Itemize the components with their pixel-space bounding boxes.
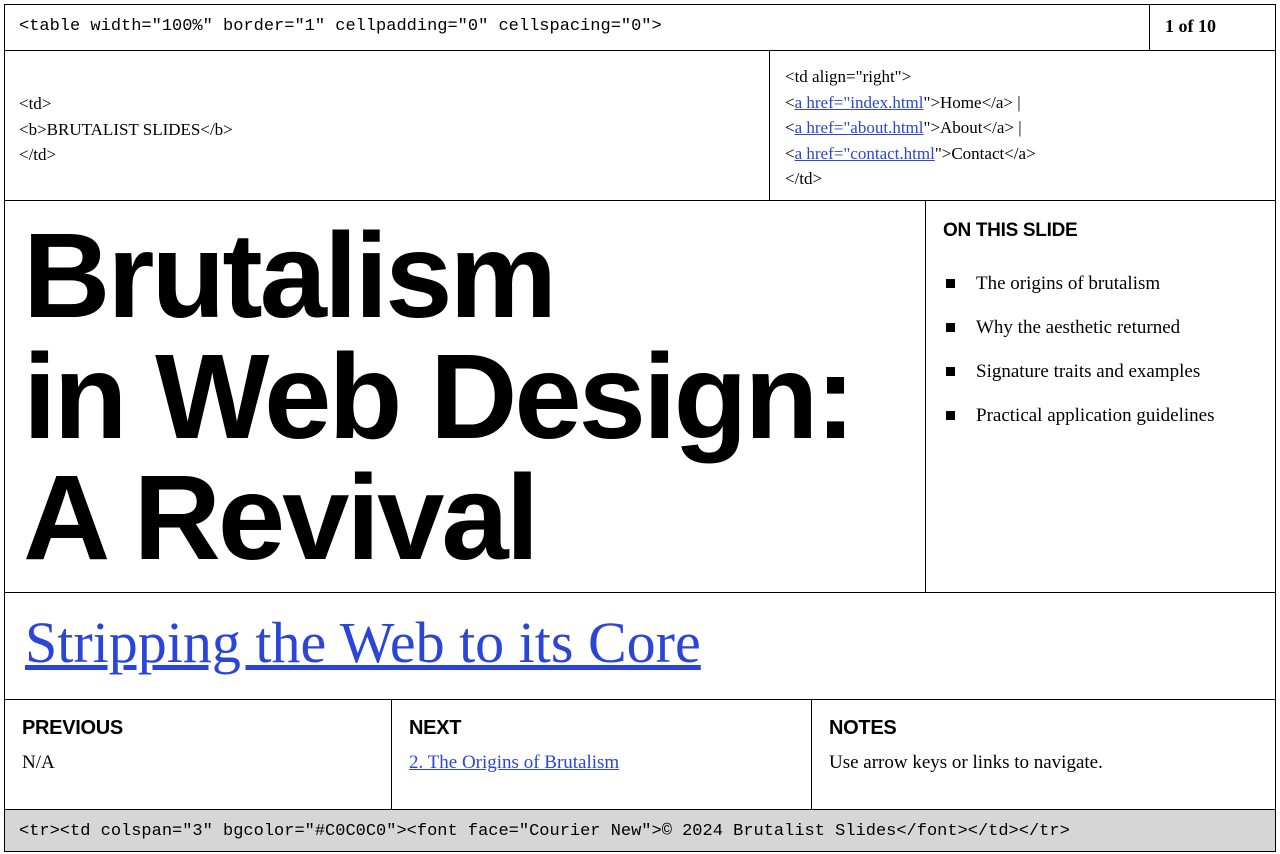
nav-lt: < [785,92,795,112]
list-item-text: Why the aesthetic returned [976,317,1181,338]
nav-href-home: index.html [850,92,924,112]
previous-cell: PREVIOUS N/A [5,700,391,809]
list-item-text: The origins of brutalism [976,273,1161,294]
nav-item-home: <a href="index.html">Home</a> | [785,90,1036,116]
notes-label: NOTES [829,717,897,739]
previous-value: N/A [22,752,55,773]
title-line-2: in Web Design: [23,328,856,464]
nav-link-contact[interactable]: a href="contact.html [795,144,935,163]
nav-href-about: about.html [850,118,924,137]
slide-frame: <table width="100%" border="1" cellpaddi… [4,4,1276,852]
nav-lt: < [785,143,795,163]
notes-cell: NOTES Use arrow keys or links to navigat… [811,700,1277,809]
page-indicator-cell: 1 of 10 [1149,5,1275,50]
on-this-slide-list: The origins of brutalism Why the aesthet… [946,271,1214,447]
site-nav-cell: <td align="right"> <a href="index.html">… [769,51,1277,200]
square-bullet-icon [946,323,955,332]
code-header-row: <table width="100%" border="1" cellpaddi… [5,5,1275,51]
previous-label: PREVIOUS [22,717,123,739]
notes-text: Use arrow keys or links to navigate. [829,752,1103,773]
brand-block: <td> <b>BRUTALIST SLIDES</b> </td> [19,91,233,168]
list-item-text: Practical application guidelines [976,405,1215,426]
nav-rest-contact: ">Contact</a> [934,143,1036,163]
list-item-text: Signature traits and examples [976,361,1201,382]
nav-rest-about: ">About</a> | [923,118,1022,137]
nav-rest-home: ">Home</a> | [923,92,1021,112]
title-line-1: Brutalism [23,207,557,343]
nav-link-about[interactable]: a href="about.html [795,118,924,137]
next-cell: NEXT 2. The Origins of Brutalism [391,700,811,809]
nav-link-home[interactable]: a href="index.html [795,93,924,112]
nav-td-open: <td align="right"> [785,67,912,86]
table-tag-text: <table width="100%" border="1" cellpaddi… [19,17,662,36]
nav-lt: < [785,118,795,137]
square-bullet-icon [946,279,955,288]
nav-tag-about: a href=" [794,118,851,137]
list-item: Why the aesthetic returned [946,315,1214,359]
next-label: NEXT [409,717,462,739]
brand-td-close: </td> [19,145,57,164]
page-indicator: 1 of 10 [1165,16,1216,36]
site-nav: <td align="right"> <a href="index.html">… [785,64,1036,192]
slide-title: Brutalism in Web Design: A Revival [23,215,923,578]
brand-td-open: <td> [19,94,52,113]
site-header-row: <td> <b>BRUTALIST SLIDES</b> </td> <td a… [5,51,1275,201]
subtitle-row: Stripping the Web to its Core [5,593,1275,700]
subtitle-link[interactable]: Stripping the Web to its Core [25,609,701,676]
nav-item-contact: <a href="contact.html">Contact</a> [785,141,1036,167]
nav-tag-contact: a href=" [794,143,851,163]
square-bullet-icon [946,411,955,420]
brand-title: <b>BRUTALIST SLIDES</b> [19,119,233,139]
square-bullet-icon [946,367,955,376]
nav-item-about: <a href="about.html">About</a> | [785,115,1036,141]
list-item: Practical application guidelines [946,403,1214,447]
list-item: Signature traits and examples [946,359,1214,403]
title-line-3: A Revival [23,449,539,585]
list-item: The origins of brutalism [946,271,1214,315]
footer-code: <tr><td colspan="3" bgcolor="#C0C0C0"><f… [19,822,1070,841]
footer-row: <tr><td colspan="3" bgcolor="#C0C0C0"><f… [5,810,1275,851]
nav-td-close: </td> [785,169,823,188]
next-slide-link[interactable]: 2. The Origins of Brutalism [409,752,619,773]
title-row: Brutalism in Web Design: A Revival ON TH… [5,201,1275,593]
slide-navigation-row: PREVIOUS N/A NEXT 2. The Origins of Brut… [5,700,1275,810]
nav-tag-home: a href=" [794,92,851,112]
on-this-slide-panel: ON THIS SLIDE The origins of brutalism W… [925,201,1277,592]
nav-href-contact: contact.html [850,143,935,163]
on-this-slide-heading: ON THIS SLIDE [943,220,1078,241]
